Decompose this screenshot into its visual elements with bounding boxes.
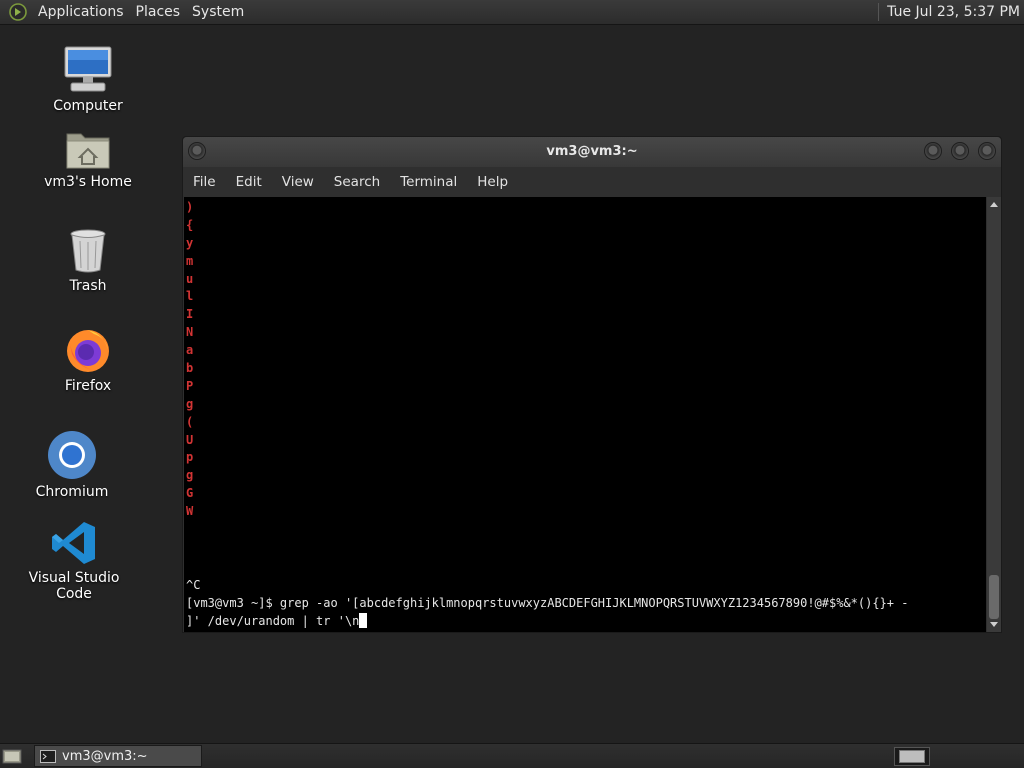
output-char: l	[186, 289, 194, 304]
command-line-continued: ]' /dev/urandom | tr '\n	[186, 612, 368, 630]
desktop-icon-computer[interactable]: Computer	[28, 46, 148, 114]
output-char: I	[186, 307, 194, 322]
desktop-icon-label: Visual Studio Code	[28, 570, 120, 602]
output-char: u	[186, 271, 194, 286]
workspace-switcher[interactable]	[894, 747, 930, 766]
output-lines: ) { y m u l I N a b P g ( U p g G W	[186, 199, 193, 521]
terminal-app-icon	[40, 749, 56, 763]
show-desktop-icon[interactable]	[2, 747, 22, 765]
desktop-icon-trash[interactable]: Trash	[28, 228, 148, 294]
desktop-icon-label: Firefox	[64, 378, 112, 394]
menu-system[interactable]: System	[186, 4, 250, 20]
scroll-down-arrow-icon[interactable]	[990, 622, 998, 627]
workspace-1[interactable]	[899, 750, 925, 763]
desktop-icon-home[interactable]: vm3's Home	[28, 128, 148, 190]
output-char: p	[186, 450, 194, 465]
chromium-icon	[48, 431, 96, 479]
output-char: g	[186, 468, 194, 483]
output-char: U	[186, 432, 194, 447]
menu-applications[interactable]: Applications	[32, 4, 130, 20]
menu-help[interactable]: Help	[467, 174, 518, 190]
panel-separator	[878, 3, 880, 21]
computer-icon	[64, 46, 112, 92]
desktop-icon-firefox[interactable]: Firefox	[28, 326, 148, 394]
output-char: g	[186, 396, 194, 411]
taskbar-item-label: vm3@vm3:~	[62, 748, 148, 764]
desktop-icon-label: vm3's Home	[44, 174, 132, 190]
terminal-output[interactable]: ) { y m u l I N a b P g ( U p g G W ^C […	[184, 197, 986, 632]
menu-terminal[interactable]: Terminal	[390, 174, 467, 190]
output-char: )	[186, 200, 194, 214]
top-panel: Applications Places System Tue Jul 23, 5…	[0, 0, 1024, 25]
bottom-panel: vm3@vm3:~	[0, 743, 1024, 768]
applications-logo-icon[interactable]	[9, 3, 27, 21]
taskbar-item-terminal[interactable]: vm3@vm3:~	[34, 745, 202, 767]
command-line: [vm3@vm3 ~]$ grep -ao '[abcdefghijklmnop…	[186, 596, 909, 610]
terminal-menubar: File Edit View Search Terminal Help	[183, 167, 1001, 197]
menu-search[interactable]: Search	[324, 174, 390, 190]
maximize-button[interactable]	[951, 142, 969, 160]
trash-icon	[70, 229, 106, 273]
window-titlebar[interactable]: vm3@vm3:~	[183, 137, 1001, 167]
scroll-thumb[interactable]	[989, 575, 999, 619]
scroll-up-arrow-icon[interactable]	[990, 202, 998, 207]
output-char: b	[186, 361, 194, 376]
menu-edit[interactable]: Edit	[226, 174, 272, 190]
home-folder-icon	[66, 133, 110, 169]
desktop-icon-label: Trash	[69, 278, 107, 294]
output-char: (	[186, 414, 194, 429]
window-title: vm3@vm3:~	[546, 144, 638, 159]
output-char: a	[186, 343, 194, 358]
output-char: W	[186, 504, 194, 519]
desktop-icon-vscode[interactable]: Visual Studio Code	[14, 520, 134, 602]
vscode-icon	[52, 522, 95, 564]
output-char: N	[186, 325, 194, 340]
desktop-icon-chromium[interactable]: Chromium	[12, 430, 132, 500]
output-char: P	[186, 378, 194, 393]
desktop-icon-label: Computer	[53, 98, 123, 114]
output-char: y	[186, 235, 194, 250]
text-cursor	[359, 613, 368, 628]
output-char: {	[186, 217, 194, 232]
interrupt-line: ^C	[186, 578, 201, 592]
menu-view[interactable]: View	[272, 174, 324, 190]
output-char: G	[186, 486, 194, 501]
output-char: m	[186, 253, 194, 268]
firefox-icon	[67, 330, 109, 372]
terminal-scrollbar[interactable]	[987, 197, 1001, 632]
menu-places[interactable]: Places	[130, 4, 187, 20]
menu-file[interactable]: File	[183, 174, 226, 190]
terminal-window[interactable]: vm3@vm3:~ File Edit View Search Terminal…	[182, 136, 1002, 633]
desktop-icon-label: Chromium	[35, 484, 109, 500]
command-text: ]' /dev/urandom | tr '\n	[186, 614, 360, 628]
close-button[interactable]	[978, 142, 996, 160]
minimize-button[interactable]	[924, 142, 942, 160]
clock[interactable]: Tue Jul 23, 5:37 PM	[887, 4, 1020, 20]
